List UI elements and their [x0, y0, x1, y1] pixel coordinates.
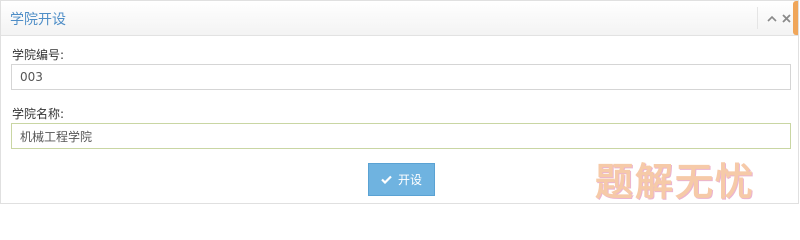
- accent-tab: [793, 1, 798, 35]
- panel-header-tools: [757, 7, 792, 29]
- watermark-logo: 题解无忧: [595, 151, 755, 206]
- panel-title: 学院开设: [10, 12, 66, 28]
- college-id-label: 学院编号:: [12, 48, 65, 62]
- check-icon: [381, 173, 392, 187]
- create-button[interactable]: 开设: [368, 163, 435, 196]
- college-create-panel: 学院开设 学院编号: 学院名称: 开设 题解无忧: [0, 0, 799, 204]
- college-name-input[interactable]: [11, 123, 791, 149]
- chevron-up-icon[interactable]: [766, 11, 778, 25]
- panel-header: 学院开设: [1, 1, 798, 36]
- watermark-text: 题解无忧: [595, 160, 756, 204]
- college-id-input[interactable]: [11, 64, 791, 90]
- create-button-label: 开设: [397, 173, 422, 187]
- close-icon[interactable]: [780, 11, 792, 25]
- college-name-label: 学院名称:: [12, 107, 65, 121]
